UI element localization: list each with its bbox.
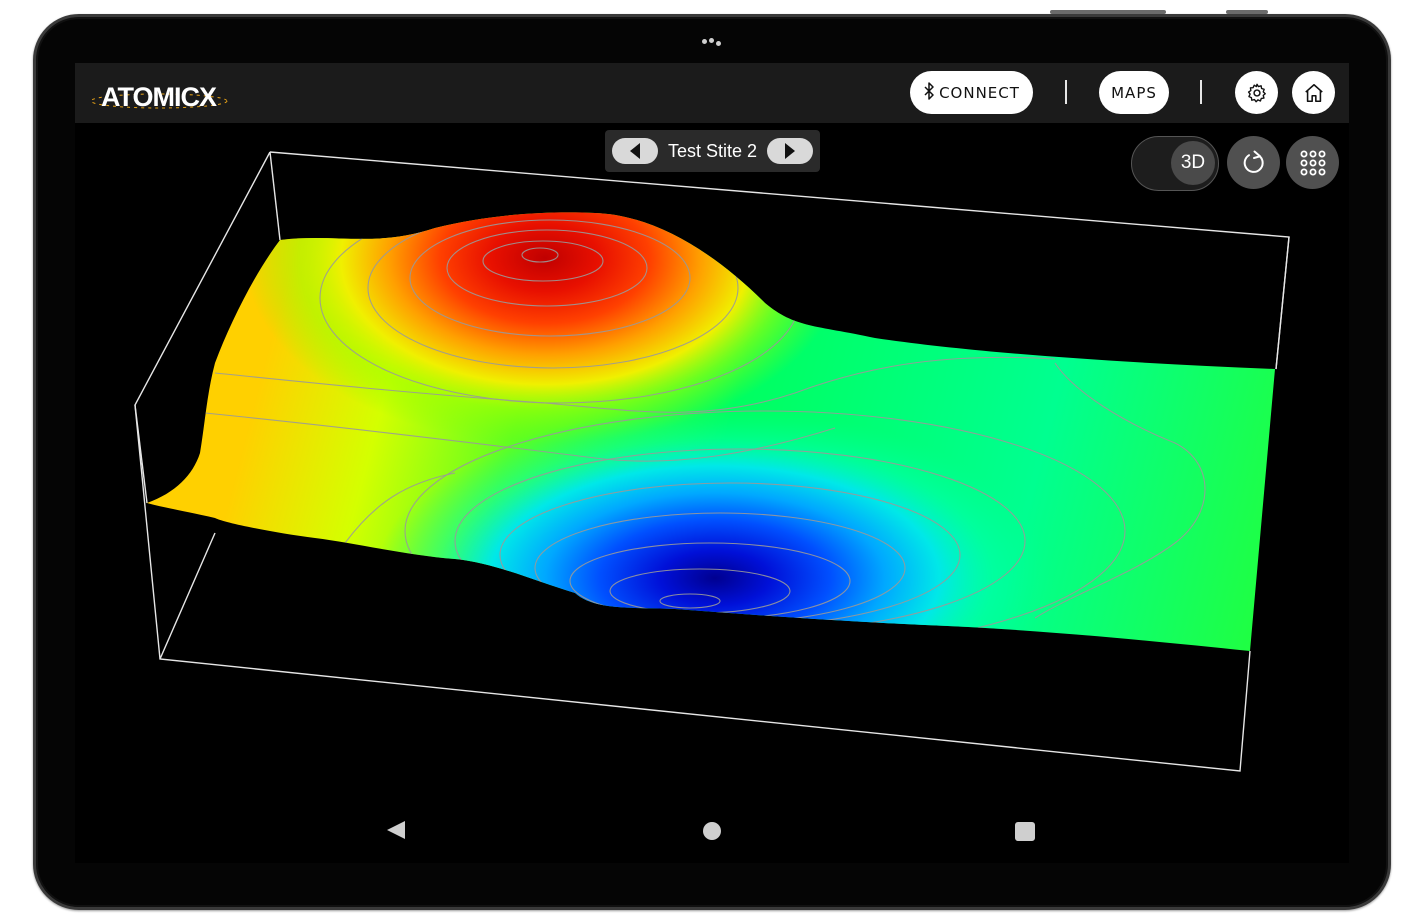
- header-divider: [1200, 80, 1202, 104]
- reset-rotation-button[interactable]: [1227, 136, 1280, 189]
- system-navigation-bar: [75, 803, 1349, 858]
- refresh-icon: [1243, 150, 1264, 173]
- atomicx-logo: ATOMICX: [90, 82, 228, 112]
- triangle-left-icon: [630, 143, 640, 159]
- home-button[interactable]: [1292, 71, 1335, 114]
- maps-button[interactable]: MAPS: [1099, 71, 1169, 114]
- view-mode-knob: 3D: [1171, 141, 1215, 185]
- front-camera: [700, 37, 724, 47]
- app-screen: ATOMICX CONNECT MAPS Test Stite 2 3D: [75, 63, 1349, 863]
- back-triangle-icon: [387, 821, 405, 839]
- connect-button[interactable]: CONNECT: [910, 71, 1033, 114]
- apps-menu-button[interactable]: [1286, 136, 1339, 189]
- header-divider: [1065, 80, 1067, 104]
- maps-label: MAPS: [1111, 83, 1157, 102]
- triangle-right-icon: [784, 143, 795, 159]
- plot-bounding-box-front: [1275, 236, 1290, 370]
- app-header: ATOMICX CONNECT MAPS: [75, 63, 1349, 123]
- system-back-button[interactable]: [385, 819, 407, 846]
- hardware-volume-button: [1050, 10, 1166, 14]
- grid-dots-icon: [1300, 150, 1325, 175]
- home-icon: [1304, 83, 1323, 102]
- system-home-button[interactable]: [703, 822, 721, 840]
- hardware-power-button: [1226, 10, 1268, 14]
- site-selector: Test Stite 2: [605, 130, 820, 172]
- surface-mesh: [147, 212, 1275, 651]
- svg-text:ATOMICX: ATOMICX: [101, 82, 217, 112]
- next-site-button[interactable]: [766, 138, 813, 164]
- previous-site-button[interactable]: [612, 138, 658, 164]
- gear-icon: [1247, 83, 1266, 102]
- site-name: Test Stite 2: [667, 140, 758, 161]
- settings-button[interactable]: [1235, 71, 1278, 114]
- view-mode-toggle[interactable]: 3D: [1131, 136, 1219, 191]
- bluetooth-icon: [923, 81, 935, 104]
- system-recents-button[interactable]: [1015, 822, 1035, 841]
- connect-label: CONNECT: [939, 83, 1020, 102]
